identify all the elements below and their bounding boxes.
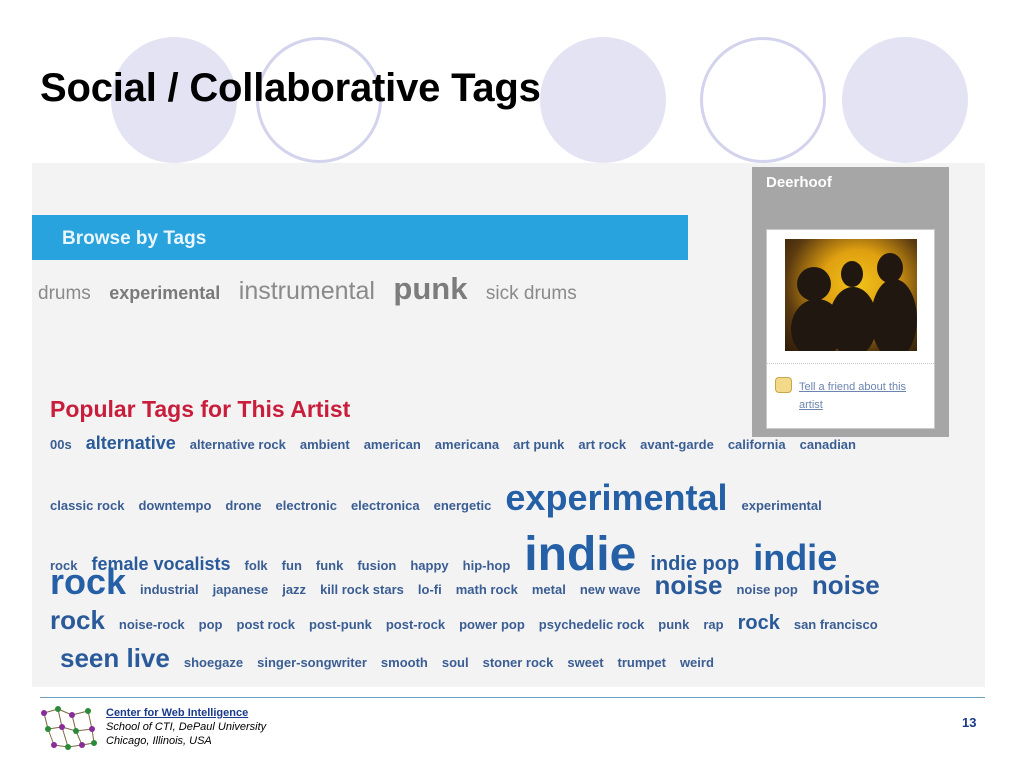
decorative-ring [700, 37, 826, 163]
decorative-circle [842, 37, 968, 163]
browse-tag-link[interactable]: drums [38, 283, 91, 305]
tag-row: rock noise-rock pop post rock post-punk post-… [50, 605, 974, 643]
tag-link[interactable]: psychedelic rock [539, 617, 645, 632]
tag-row: seen live shoegaze singer-songwriter smooth… [50, 643, 974, 679]
browse-tag-link[interactable]: punk [393, 271, 467, 307]
tag-link[interactable]: experimental [742, 498, 822, 513]
browse-tag-list: drums experimental instrumental punk sic… [38, 271, 591, 307]
tell-a-friend-link[interactable]: Tell a friend about this artist [799, 378, 927, 414]
footer-divider [40, 697, 985, 698]
artist-photo[interactable] [785, 239, 917, 351]
footer-center-name[interactable]: Center for Web Intelligence [106, 707, 248, 719]
tag-link[interactable]: rap [703, 617, 723, 632]
browse-by-tags-title: Browse by Tags [62, 228, 207, 249]
tag-link[interactable]: seen live [60, 643, 170, 674]
tag-link[interactable]: classic rock [50, 498, 124, 513]
speech-bubble-icon [775, 377, 792, 393]
tag-link[interactable]: rock [50, 605, 105, 636]
tag-link[interactable]: california [728, 437, 786, 452]
tag-link[interactable]: drone [225, 498, 261, 513]
tag-link[interactable]: noise-rock [119, 617, 185, 632]
artist-card: Tell a friend about this artist [766, 229, 935, 429]
footer-school: School of CTI, DePaul University [106, 721, 267, 733]
tag-link[interactable]: singer-songwriter [257, 655, 367, 670]
card-divider [767, 363, 934, 364]
popular-tag-cloud: 00s alternative alternative rock ambient ame… [50, 433, 974, 673]
tag-link[interactable]: rock [50, 561, 126, 603]
tag-link[interactable]: 00s [50, 437, 72, 452]
tag-link[interactable]: new wave [580, 582, 641, 597]
tag-link[interactable]: electronic [276, 498, 337, 513]
slide-title: Social / Collaborative Tags [40, 66, 541, 110]
tag-link[interactable]: punk [658, 617, 689, 632]
artist-panel: Deerhoof Tell a friend about this artist [752, 167, 949, 437]
tag-row: 00s alternative alternative rock ambient ame… [50, 433, 974, 473]
tag-link[interactable]: power pop [459, 617, 525, 632]
tag-link[interactable]: noise pop [736, 582, 797, 597]
tag-link[interactable]: sweet [567, 655, 603, 670]
tag-link[interactable]: lo-fi [418, 582, 442, 597]
tag-link[interactable]: noise [812, 570, 880, 601]
tag-link[interactable]: metal [532, 582, 566, 597]
decorative-circle [540, 37, 666, 163]
tag-link[interactable]: stoner rock [483, 655, 554, 670]
tag-link[interactable]: pop [199, 617, 223, 632]
page-number: 13 [962, 715, 977, 730]
tag-link[interactable]: jazz [282, 582, 306, 597]
tag-link[interactable]: soul [442, 655, 469, 670]
tag-link[interactable]: alternative [86, 433, 176, 454]
tag-link[interactable]: americana [435, 437, 499, 452]
tag-link[interactable]: ambient [300, 437, 350, 452]
browse-tag-link[interactable]: sick drums [486, 283, 577, 305]
tag-link[interactable]: post-rock [386, 617, 445, 632]
tag-link[interactable]: industrial [140, 582, 199, 597]
tag-link[interactable]: japanese [213, 582, 269, 597]
lastfm-screenshot: Browse by Tags drums experimental instru… [32, 163, 985, 687]
tag-row: classic rock downtempo drone electronic elec… [50, 477, 974, 518]
network-logo-icon [41, 706, 97, 750]
tag-link[interactable]: alternative rock [190, 437, 286, 452]
tag-link[interactable]: art punk [513, 437, 564, 452]
tag-row: rock industrial japanese jazz kill rock star… [50, 561, 974, 605]
tag-link[interactable]: shoegaze [184, 655, 243, 670]
tag-link[interactable]: weird [680, 655, 714, 670]
tag-link[interactable]: art rock [578, 437, 626, 452]
tag-link[interactable]: rock [738, 612, 780, 635]
tag-link[interactable]: energetic [434, 498, 492, 513]
artist-name[interactable]: Deerhoof [766, 174, 832, 191]
tag-link[interactable]: trumpet [618, 655, 666, 670]
tag-link[interactable]: smooth [381, 655, 428, 670]
tag-link[interactable]: american [364, 437, 421, 452]
browse-by-tags-header: Browse by Tags [32, 215, 688, 260]
tag-link[interactable]: downtempo [138, 498, 211, 513]
tag-link[interactable]: experimental [505, 477, 727, 519]
tag-link[interactable]: electronica [351, 498, 420, 513]
tag-link[interactable]: kill rock stars [320, 582, 404, 597]
tag-link[interactable]: san francisco [794, 617, 878, 632]
popular-tags-title: Popular Tags for This Artist [50, 396, 351, 422]
tag-link[interactable]: noise [655, 570, 723, 601]
footer-city: Chicago, Illinois, USA [106, 735, 212, 747]
browse-tag-link[interactable]: experimental [109, 283, 220, 304]
tag-link[interactable]: post-punk [309, 617, 372, 632]
tag-link[interactable]: math rock [456, 582, 518, 597]
tag-link[interactable]: canadian [800, 437, 856, 452]
browse-tag-link[interactable]: instrumental [239, 277, 375, 306]
tag-link[interactable]: post rock [237, 617, 296, 632]
tag-link[interactable]: avant-garde [640, 437, 714, 452]
